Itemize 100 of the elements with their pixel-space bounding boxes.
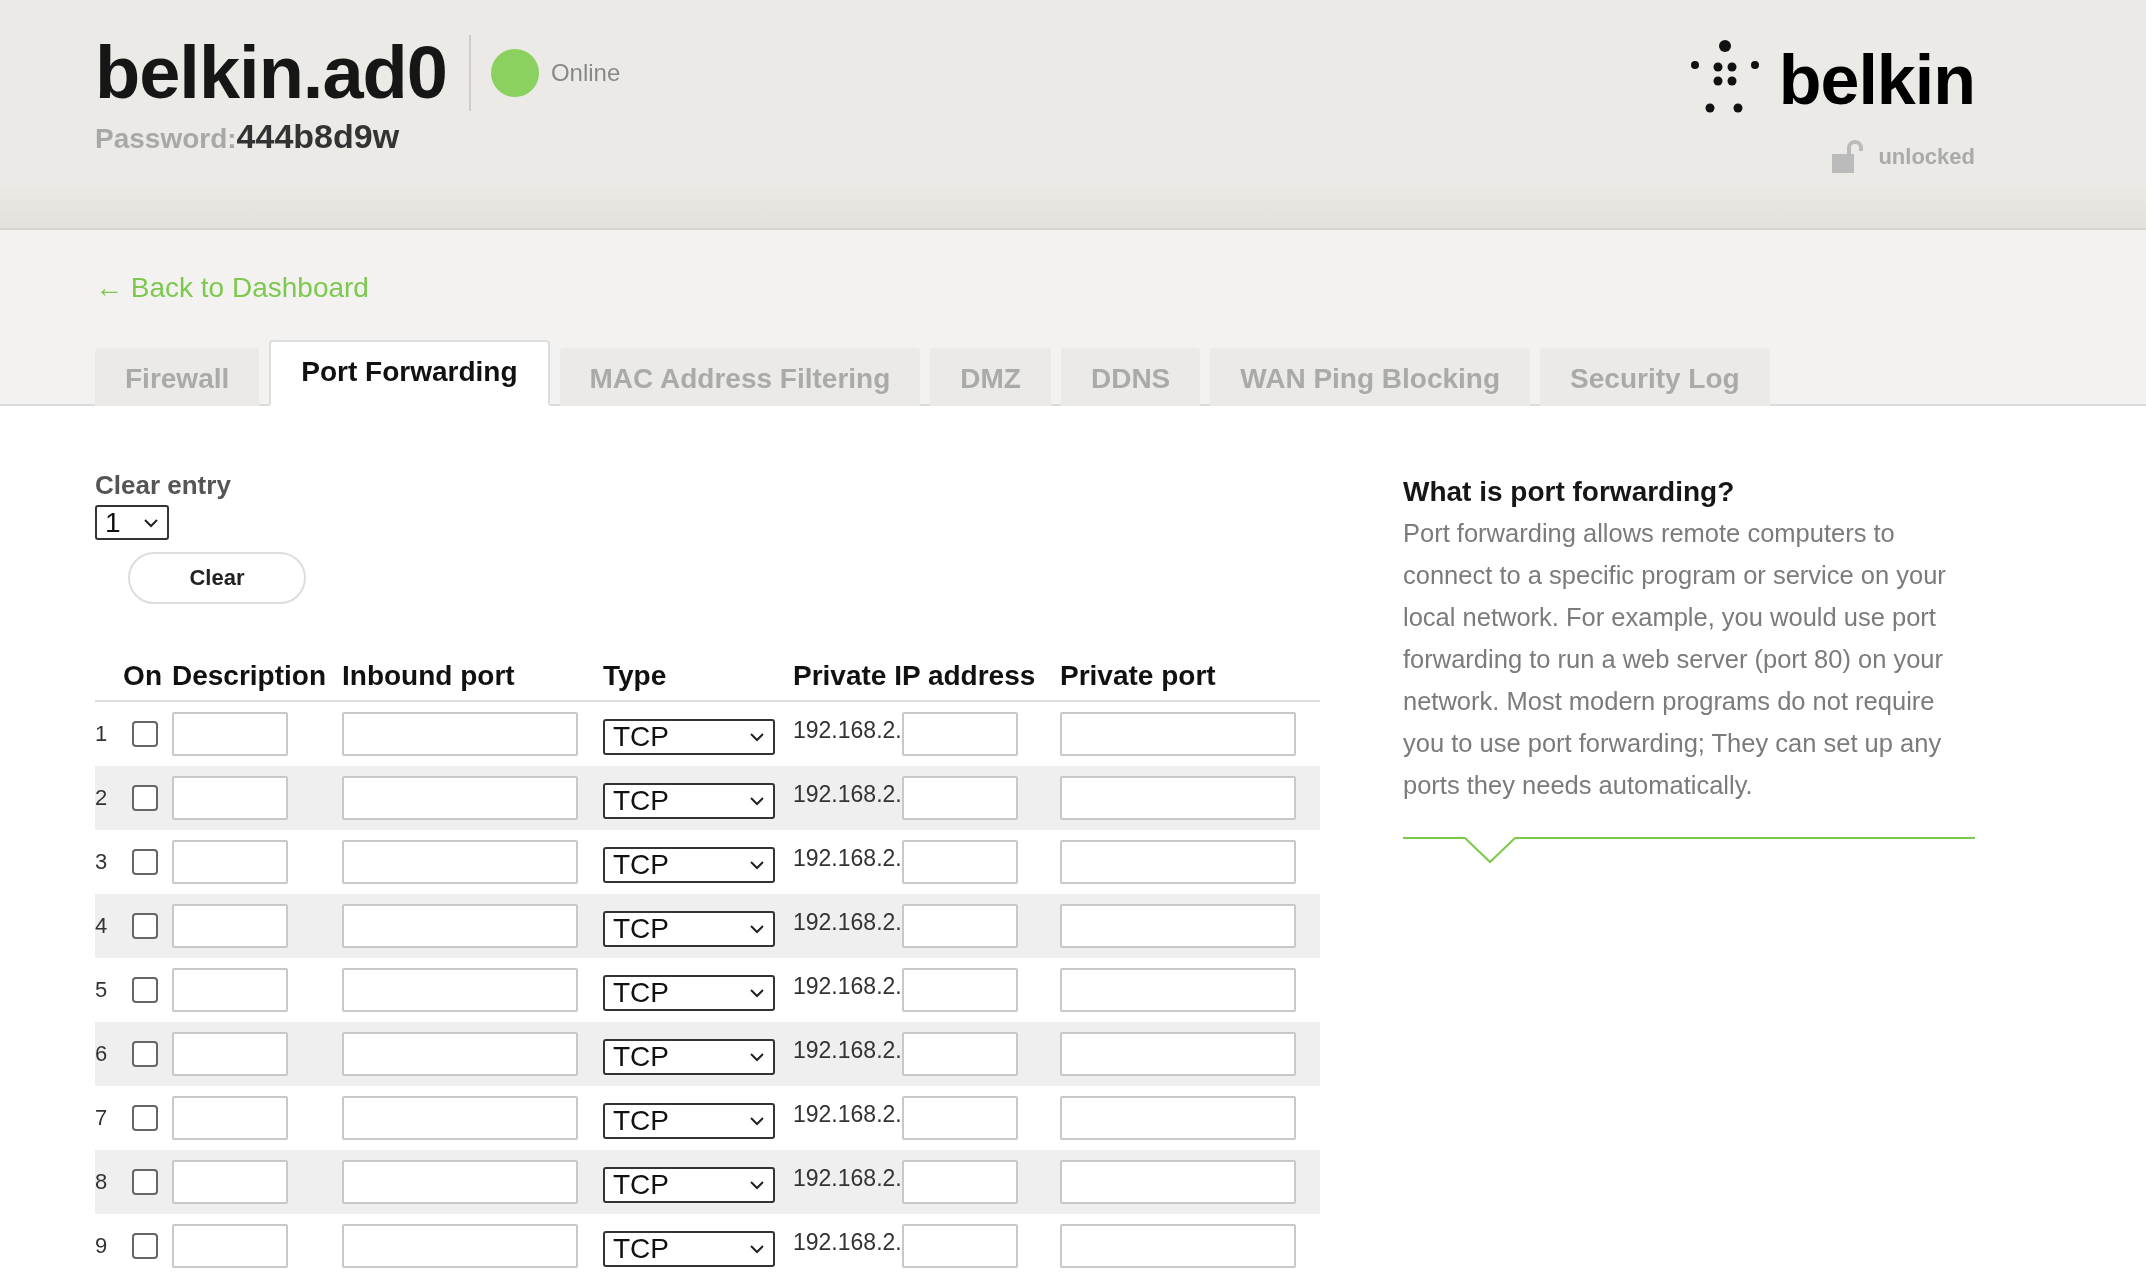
description-field[interactable] <box>172 712 288 756</box>
private-port-field[interactable] <box>1060 968 1296 1012</box>
chevron-icon <box>749 1180 765 1190</box>
ip-prefix: 192.168.2. <box>793 1100 902 1128</box>
ip-suffix-field[interactable] <box>901 776 1018 820</box>
clear-button[interactable]: Clear <box>128 552 306 604</box>
inbound-port-field[interactable] <box>342 1160 578 1204</box>
chevron-icon <box>749 988 765 998</box>
row-number: 5 <box>95 977 109 1003</box>
checkbox[interactable] <box>132 785 158 811</box>
private-port-field[interactable] <box>1060 776 1296 820</box>
type-select[interactable]: TCP <box>603 1039 775 1075</box>
checkbox[interactable] <box>132 1233 158 1259</box>
ip-suffix-field[interactable] <box>901 968 1018 1012</box>
description-field[interactable] <box>172 1160 288 1204</box>
inbound-port-field[interactable] <box>342 1032 578 1076</box>
checkbox[interactable] <box>132 721 158 747</box>
ip-prefix: 192.168.2. <box>793 716 902 744</box>
ip-suffix-field[interactable] <box>901 840 1018 884</box>
clear-entry-label: Clear entry <box>95 470 232 501</box>
inbound-port-field[interactable] <box>342 968 578 1012</box>
password-label: Password: <box>95 123 237 154</box>
chevron-icon <box>749 924 765 934</box>
row-number: 8 <box>95 1169 109 1195</box>
description-field[interactable] <box>172 776 288 820</box>
type-select[interactable]: TCP <box>603 719 775 755</box>
row-number: 2 <box>95 785 109 811</box>
row-number: 6 <box>95 1041 109 1067</box>
chevron-icon <box>749 1116 765 1126</box>
private-port-field[interactable] <box>1060 840 1296 884</box>
type-select[interactable]: TCP <box>603 783 775 819</box>
ip-suffix-field[interactable] <box>901 1096 1018 1140</box>
status-label: Online <box>550 58 621 87</box>
row-number: 1 <box>95 721 109 747</box>
type-select[interactable]: TCP <box>603 1167 775 1203</box>
chevron-icon <box>143 517 159 528</box>
private-port-field[interactable] <box>1060 1224 1296 1268</box>
column-header: Inbound port <box>342 660 516 692</box>
private-port-field[interactable] <box>1060 1032 1296 1076</box>
column-header: Type <box>603 660 668 692</box>
checkbox[interactable] <box>132 913 158 939</box>
ip-prefix: 192.168.2. <box>793 780 902 808</box>
inbound-port-field[interactable] <box>342 712 578 756</box>
ip-prefix: 192.168.2. <box>793 1036 902 1064</box>
ip-suffix-field[interactable] <box>901 904 1018 948</box>
ip-prefix: 192.168.2. <box>793 1228 902 1256</box>
chevron-icon <box>749 1052 765 1062</box>
inbound-port-field[interactable] <box>342 1224 578 1268</box>
description-field[interactable] <box>172 1224 288 1268</box>
tab[interactable]: Port Forwarding <box>269 340 550 406</box>
ip-prefix: 192.168.2. <box>793 1164 902 1192</box>
ip-suffix-field[interactable] <box>901 712 1018 756</box>
lock-status: unlocked <box>1878 144 1975 170</box>
type-select[interactable]: TCP <box>603 1103 775 1139</box>
ip-suffix-field[interactable] <box>901 1160 1018 1204</box>
description-field[interactable] <box>172 840 288 884</box>
password-value: 444b8d9w <box>236 117 400 155</box>
checkbox[interactable] <box>132 1169 158 1195</box>
ip-suffix-field[interactable] <box>901 1224 1018 1268</box>
type-select[interactable]: TCP <box>603 1231 775 1267</box>
description-field[interactable] <box>172 968 288 1012</box>
chevron-icon <box>749 860 765 870</box>
chevron-icon <box>749 732 765 742</box>
help-text: Port forwarding allows remote computers to connect to a specific program or service on your local network. For example, you would use port forwarding to run a web server (port 80) on your network. Most modern programs do not require you to use port forwarding; They can set up any ports they needs automatically. <box>1403 518 1947 801</box>
column-header: Private port <box>1060 660 1217 692</box>
private-port-field[interactable] <box>1060 1096 1296 1140</box>
router-name: belkin.ad0 <box>95 30 447 115</box>
inbound-port-field[interactable] <box>342 840 578 884</box>
private-port-field[interactable] <box>1060 712 1296 756</box>
description-field[interactable] <box>172 904 288 948</box>
inbound-port-field[interactable] <box>342 1096 578 1140</box>
ip-prefix: 192.168.2. <box>793 844 902 872</box>
row-number: 3 <box>95 849 109 875</box>
checkbox[interactable] <box>132 977 158 1003</box>
ip-prefix: 192.168.2. <box>793 972 902 1000</box>
column-header: Description <box>172 660 328 692</box>
chevron-icon <box>749 1244 765 1254</box>
column-header: Private IP address <box>793 660 1037 692</box>
type-select[interactable]: TCP <box>603 975 775 1011</box>
row-number: 9 <box>95 1233 109 1259</box>
ip-prefix: 192.168.2. <box>793 908 902 936</box>
entry-select[interactable]: 1 <box>95 505 169 540</box>
column-header: On <box>122 660 163 692</box>
chevron-icon <box>749 796 765 806</box>
description-field[interactable] <box>172 1032 288 1076</box>
type-select[interactable]: TCP <box>603 911 775 947</box>
description-field[interactable] <box>172 1096 288 1140</box>
checkbox[interactable] <box>132 849 158 875</box>
private-port-field[interactable] <box>1060 904 1296 948</box>
checkbox[interactable] <box>132 1041 158 1067</box>
help-heading: What is port forwarding? <box>1403 476 1736 508</box>
row-number: 7 <box>95 1105 109 1131</box>
inbound-port-field[interactable] <box>342 776 578 820</box>
row-number: 4 <box>95 913 109 939</box>
type-select[interactable]: TCP <box>603 847 775 883</box>
brand-logo: belkin <box>1778 45 1975 115</box>
private-port-field[interactable] <box>1060 1160 1296 1204</box>
checkbox[interactable] <box>132 1105 158 1131</box>
ip-suffix-field[interactable] <box>901 1032 1018 1076</box>
inbound-port-field[interactable] <box>342 904 578 948</box>
